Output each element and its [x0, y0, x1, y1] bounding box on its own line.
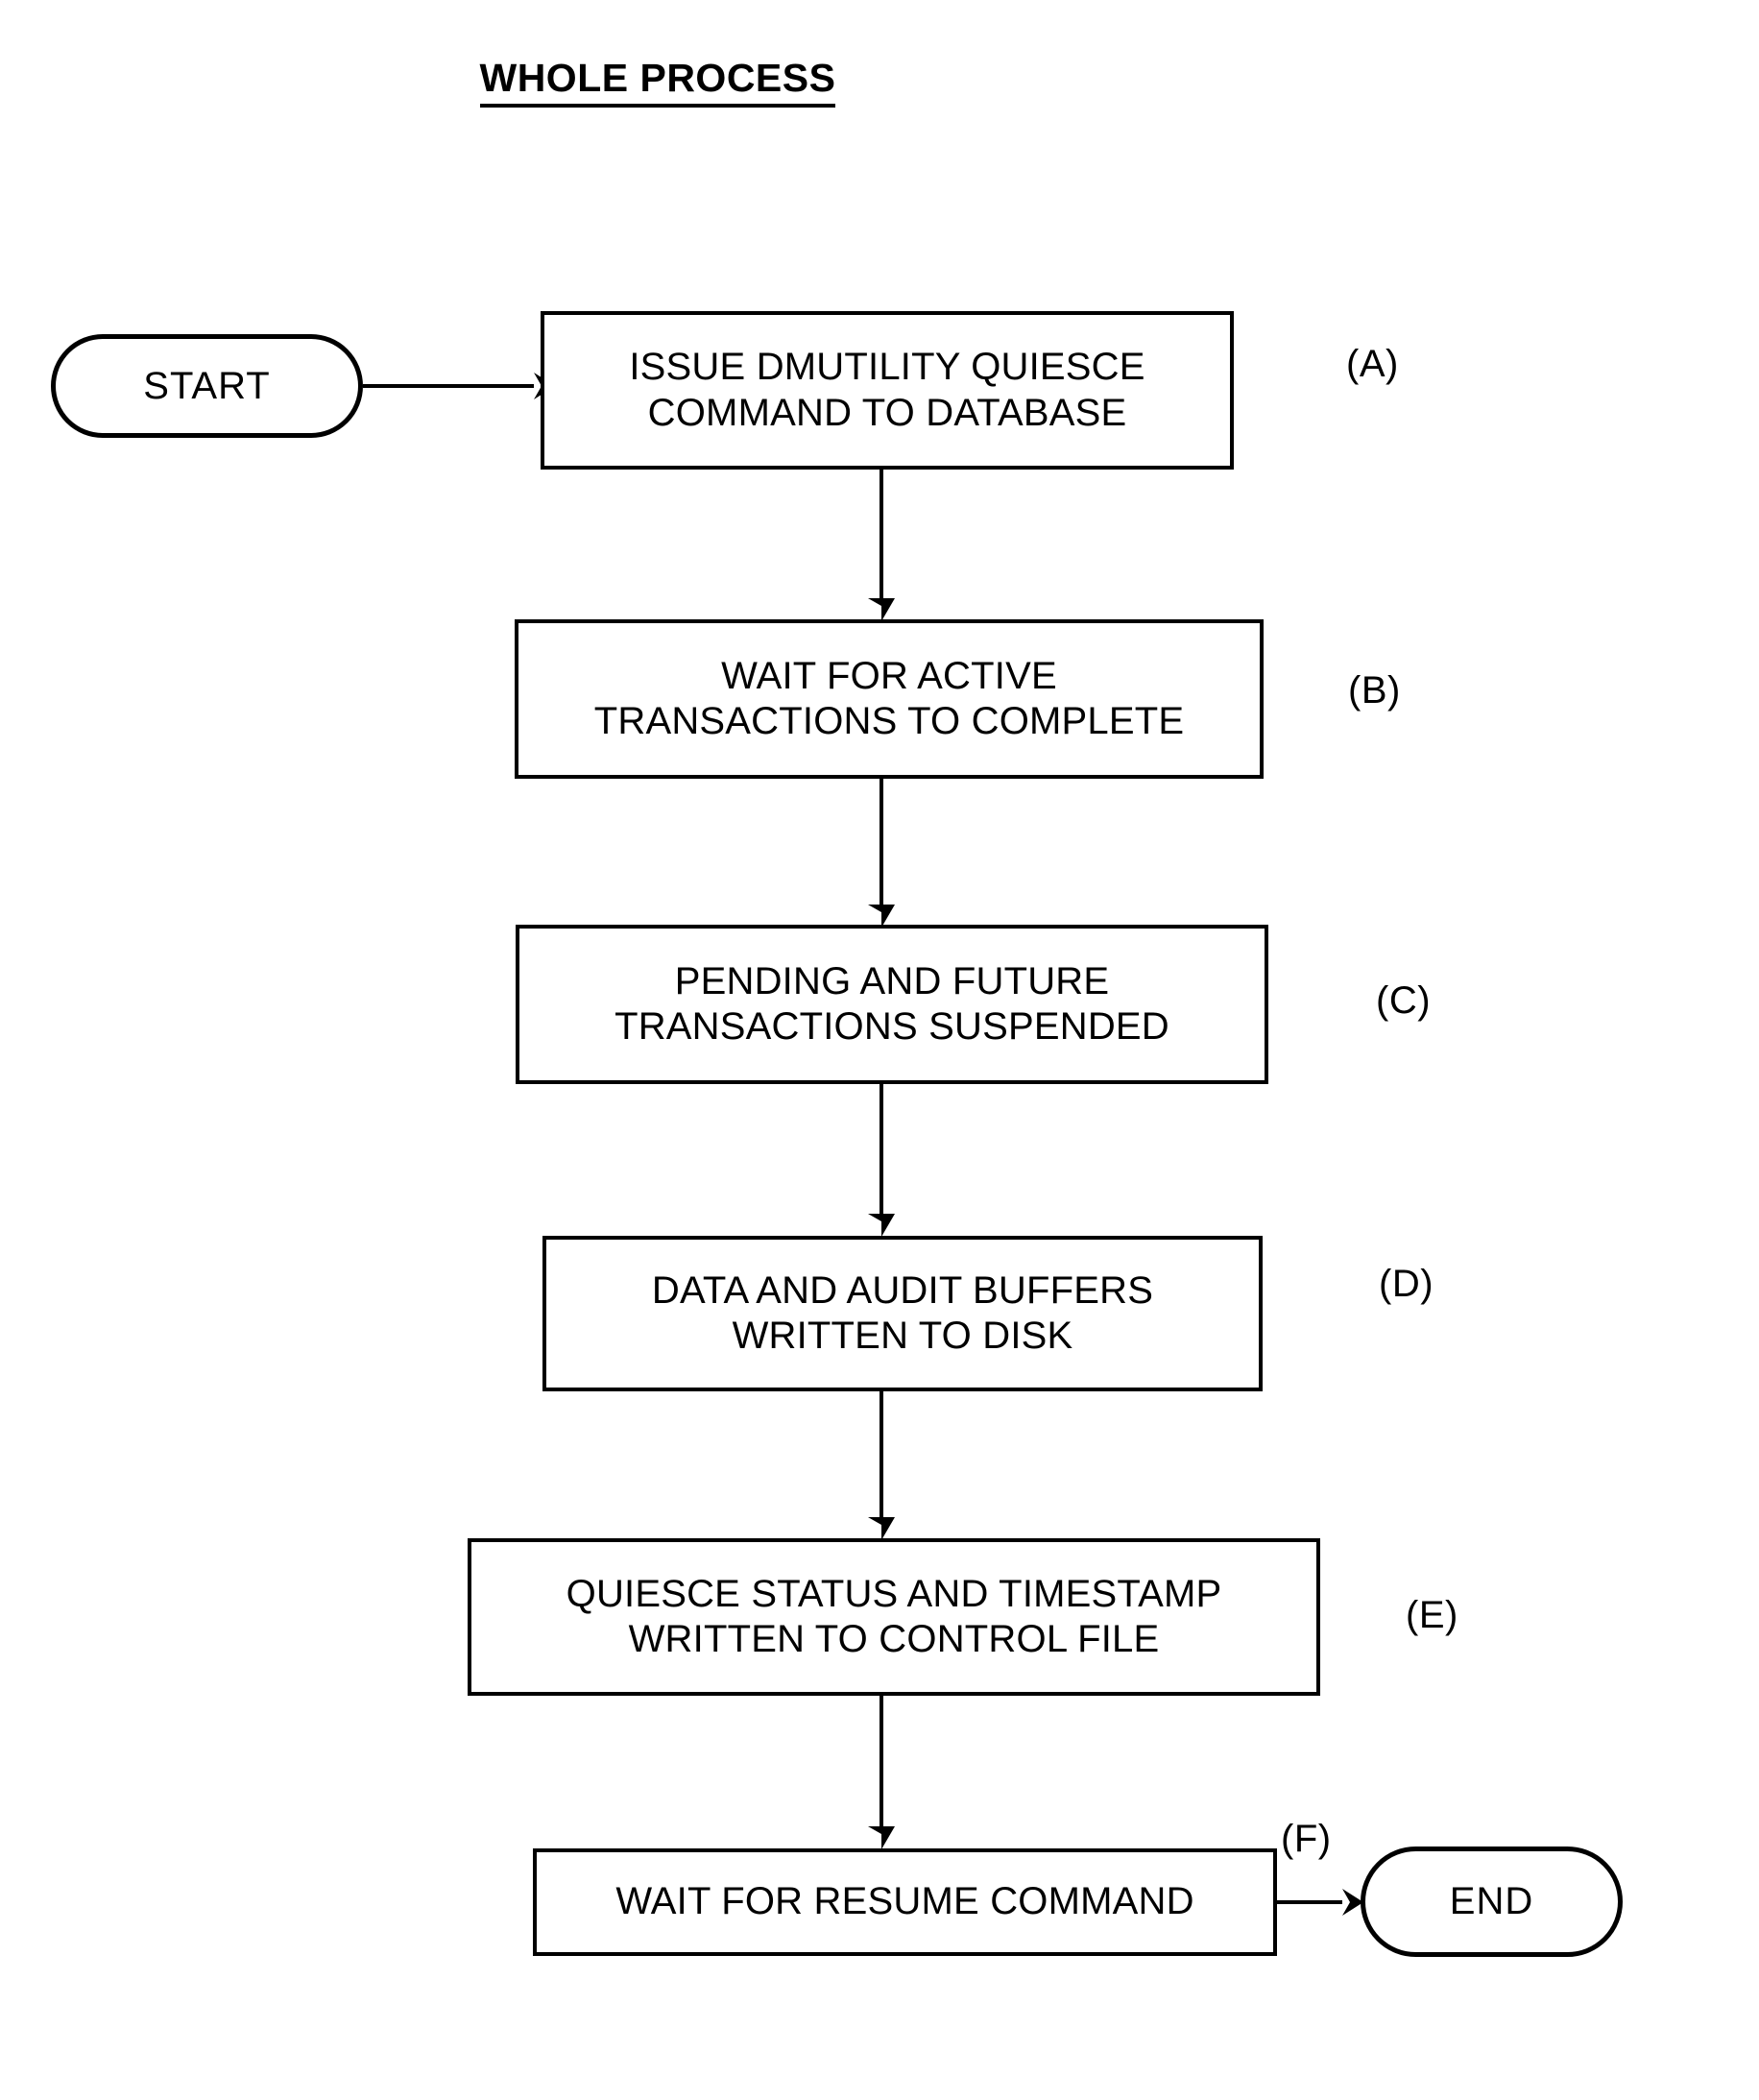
process-box-b: WAIT FOR ACTIVE TRANSACTIONS TO COMPLETE: [515, 619, 1264, 779]
arrowhead-icon: [868, 598, 895, 621]
process-box-c: PENDING AND FUTURE TRANSACTIONS SUSPENDE…: [516, 925, 1268, 1084]
process-box-d-line-1: DATA AND AUDIT BUFFERS: [651, 1268, 1154, 1312]
step-label-b: (B): [1348, 669, 1401, 712]
end-node: END: [1361, 1847, 1623, 1957]
process-box-c-line-2: TRANSACTIONS SUSPENDED: [614, 1005, 1169, 1048]
process-box-a-line-1: ISSUE DMUTILITY QUIESCE: [629, 346, 1145, 389]
process-box-e-line-1: QUIESCE STATUS AND TIMESTAMP: [566, 1572, 1222, 1615]
arrowhead-icon: [868, 1214, 895, 1237]
connector-d-to-e: [868, 1391, 895, 1540]
connector-e-to-f: [868, 1696, 895, 1849]
step-label-a: (A): [1346, 343, 1399, 385]
process-box-e: QUIESCE STATUS AND TIMESTAMP WRITTEN TO …: [468, 1538, 1320, 1696]
step-label-e: (E): [1406, 1594, 1458, 1636]
connector-a-to-b: [868, 470, 895, 621]
process-box-f-line-1: WAIT FOR RESUME COMMAND: [615, 1880, 1194, 1923]
page-title: WHOLE PROCESS: [0, 56, 1315, 108]
process-box-c-line-1: PENDING AND FUTURE: [674, 959, 1110, 1002]
process-box-d-line-2: WRITTEN TO DISK: [732, 1315, 1073, 1357]
process-box-d: DATA AND AUDIT BUFFERS WRITTEN TO DISK: [542, 1236, 1263, 1391]
connector-c-to-d: [868, 1084, 895, 1237]
process-box-b-line-2: TRANSACTIONS TO COMPLETE: [593, 700, 1185, 742]
arrowhead-icon: [868, 1826, 895, 1849]
end-node-label: END: [1449, 1880, 1534, 1922]
process-box-f: WAIT FOR RESUME COMMAND: [533, 1848, 1277, 1956]
process-box-a: ISSUE DMUTILITY QUIESCE COMMAND TO DATAB…: [541, 311, 1234, 470]
step-label-f: (F): [1281, 1818, 1332, 1860]
connector-f-to-end: [1277, 1889, 1363, 1916]
connector-start-to-a: [363, 373, 555, 399]
start-node-label: START: [143, 364, 271, 407]
step-label-d: (D): [1379, 1263, 1434, 1305]
process-box-e-line-2: WRITTEN TO CONTROL FILE: [628, 1618, 1160, 1660]
step-label-c: (C): [1376, 979, 1432, 1022]
connector-b-to-c: [868, 779, 895, 928]
arrowhead-icon: [868, 1517, 895, 1540]
process-box-a-line-2: COMMAND TO DATABASE: [647, 391, 1127, 434]
process-box-b-line-1: WAIT FOR ACTIVE: [721, 654, 1057, 697]
flowchart-page: WHOLE PROCESS START ISSUE DMUTILITY QUIE…: [0, 0, 1759, 2100]
page-title-text: WHOLE PROCESS: [479, 56, 836, 108]
start-node: START: [51, 334, 363, 438]
